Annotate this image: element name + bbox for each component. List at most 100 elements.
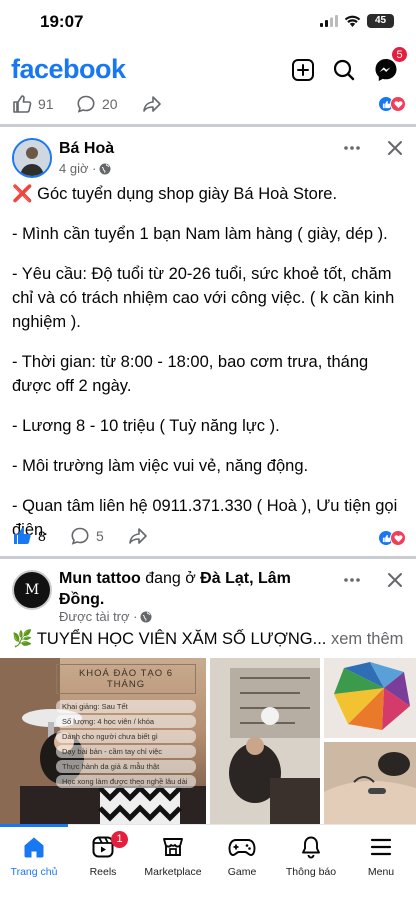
prev-like-count: 91 bbox=[38, 96, 54, 112]
nav-marketplace[interactable]: Marketplace bbox=[133, 833, 213, 878]
post-actions: 8 5 bbox=[0, 524, 416, 550]
comment-button[interactable]: 5 bbox=[70, 526, 104, 546]
facebook-feed-screen: 19:07 45 facebook 5 91 20 Bá Hoà 4 giờ ·… bbox=[0, 0, 416, 900]
share-arrow-icon bbox=[143, 96, 161, 112]
reels-badge: 1 bbox=[111, 831, 128, 848]
nav-menu[interactable]: Menu bbox=[341, 833, 416, 878]
facebook-logo[interactable]: facebook bbox=[11, 54, 126, 85]
thumbs-up-outline-icon bbox=[13, 95, 32, 113]
status-time: 19:07 bbox=[40, 12, 84, 31]
nav-label: Thông báo bbox=[285, 866, 337, 878]
messenger-button[interactable]: 5 bbox=[372, 46, 408, 84]
sponsor-page-name[interactable]: Mun tattoo bbox=[59, 570, 141, 587]
post-paragraph: - Mình cần tuyển 1 bạn Nam làm hàng ( gi… bbox=[12, 225, 388, 243]
bottom-navigation: Trang chủ 1 Reels Marketplace Game Thông… bbox=[0, 824, 416, 900]
poster-line: Khai giảng: Sau Tết bbox=[56, 700, 196, 713]
author-avatar[interactable] bbox=[12, 138, 52, 178]
post-paragraph: - Lương 8 - 10 triệu ( Tuỳ năng lực ). bbox=[12, 417, 280, 435]
post-paragraph: ❌ Góc tuyển dụng shop giày Bá Hoà Store. bbox=[12, 185, 338, 203]
search-button[interactable] bbox=[330, 56, 358, 84]
hamburger-menu-icon bbox=[370, 838, 392, 856]
post-hide-button[interactable] bbox=[383, 136, 407, 160]
plus-square-icon bbox=[292, 59, 314, 81]
nav-label: Game bbox=[227, 866, 257, 878]
sponsor-avatar[interactable]: M bbox=[12, 570, 52, 610]
nav-label: Marketplace bbox=[144, 866, 202, 878]
poster-line: Thực hành da giả & mẫu thật bbox=[56, 760, 196, 773]
status-bar: 19:07 45 bbox=[0, 0, 416, 44]
nav-label: Menu bbox=[367, 866, 395, 878]
post-body: ❌ Góc tuyển dụng shop giày Bá Hoà Store.… bbox=[12, 182, 408, 558]
post-author-name[interactable]: Bá Hoà bbox=[59, 140, 114, 158]
post-paragraph: - Thời gian: từ 8:00 - 18:00, bao cơm tr… bbox=[12, 353, 373, 395]
sponsor-avatar-text: M bbox=[24, 582, 40, 598]
nav-label: Reels bbox=[89, 866, 117, 878]
sponsored-meta: Được tài trợ · bbox=[59, 609, 152, 624]
sponsored-more-options-button[interactable] bbox=[340, 568, 364, 592]
post-header: Bá Hoà 4 giờ · bbox=[0, 136, 416, 186]
nav-notifications[interactable]: Thông báo bbox=[271, 833, 351, 878]
sponsored-caption: 🌿 TUYỂN HỌC VIÊN XĂM SỐ LƯỢNG... xem thê… bbox=[12, 630, 403, 649]
like-count: 8 bbox=[38, 528, 46, 544]
marketplace-icon bbox=[163, 838, 183, 856]
feed-divider bbox=[0, 556, 416, 559]
close-icon bbox=[388, 141, 402, 155]
ad-image-studio[interactable] bbox=[210, 658, 320, 824]
love-reaction-icon bbox=[390, 530, 406, 546]
nav-game[interactable]: Game bbox=[202, 833, 282, 878]
sponsored-hide-button[interactable] bbox=[383, 568, 407, 592]
prev-comment-count: 20 bbox=[102, 96, 118, 112]
prev-reaction-summary[interactable] bbox=[378, 96, 406, 112]
thumbs-up-filled-icon bbox=[14, 528, 31, 544]
sponsored-title: Mun tattoo đang ở Đà Lạt, Lâm Đồng. bbox=[59, 568, 329, 610]
reaction-summary[interactable] bbox=[378, 530, 406, 546]
poster-line: Dành cho người chưa biết gì bbox=[56, 730, 196, 743]
ad-image-tattooing[interactable] bbox=[324, 742, 416, 824]
course-poster: KHOÁ ĐÀO TẠO 6 THÁNG Khai giảng: Sau Tết… bbox=[56, 664, 196, 790]
post-more-options-button[interactable] bbox=[340, 136, 364, 160]
feed-divider bbox=[0, 124, 416, 127]
globe-icon bbox=[140, 611, 152, 622]
comment-count: 5 bbox=[96, 528, 104, 544]
love-reaction-icon bbox=[390, 96, 406, 112]
post-paragraph: - Môi trường làm việc vui vẻ, năng động. bbox=[12, 457, 309, 475]
like-button[interactable]: 8 bbox=[12, 526, 46, 546]
post-time: 4 giờ · bbox=[59, 161, 97, 176]
ad-image-color-wheel[interactable] bbox=[324, 658, 416, 738]
close-icon bbox=[388, 573, 402, 587]
studio-photo bbox=[210, 658, 320, 824]
globe-icon bbox=[99, 163, 111, 174]
share-arrow-icon bbox=[129, 528, 147, 544]
sponsored-caption-text: 🌿 TUYỂN HỌC VIÊN XĂM SỐ LƯỢNG... bbox=[12, 630, 327, 648]
post-meta: 4 giờ · bbox=[59, 161, 111, 176]
home-icon bbox=[24, 837, 44, 858]
share-button[interactable] bbox=[128, 526, 148, 546]
ad-image-main[interactable]: KHOÁ ĐÀO TẠO 6 THÁNG Khai giảng: Sau Tết… bbox=[0, 658, 206, 824]
poster-line: Số lượng: 4 học viên / khóa bbox=[56, 715, 196, 728]
search-icon bbox=[333, 59, 355, 81]
comment-outline-icon bbox=[71, 527, 89, 545]
comment-outline-icon bbox=[77, 95, 95, 113]
sponsored-label: Được tài trợ · bbox=[59, 609, 138, 624]
previous-post-actions: 91 20 bbox=[0, 88, 416, 120]
post-paragraph: - Yêu cầu: Độ tuổi từ 20-26 tuổi, sức kh… bbox=[12, 265, 399, 331]
signal-icon bbox=[320, 15, 338, 27]
status-icons: 45 bbox=[320, 14, 394, 28]
create-post-button[interactable] bbox=[289, 56, 317, 84]
bell-icon bbox=[302, 836, 320, 859]
color-wheel-art bbox=[324, 658, 416, 738]
game-controller-icon bbox=[228, 839, 256, 856]
battery-indicator: 45 bbox=[367, 14, 394, 28]
messenger-badge: 5 bbox=[391, 46, 408, 63]
prev-comment-button[interactable]: 20 bbox=[76, 94, 118, 114]
prev-share-button[interactable] bbox=[142, 94, 162, 114]
poster-line: Học xong làm được theo nghề lâu dài bbox=[56, 775, 196, 788]
poster-title: KHOÁ ĐÀO TẠO 6 THÁNG bbox=[56, 664, 196, 694]
wifi-icon bbox=[344, 15, 361, 27]
prev-like-button[interactable]: 91 bbox=[12, 94, 54, 114]
active-tab-indicator bbox=[0, 824, 68, 827]
see-more-link[interactable]: xem thêm bbox=[326, 630, 403, 648]
more-dots-icon bbox=[344, 578, 360, 582]
sponsor-connector: đang ở bbox=[140, 570, 201, 587]
nav-reels[interactable]: 1 Reels bbox=[63, 831, 143, 878]
